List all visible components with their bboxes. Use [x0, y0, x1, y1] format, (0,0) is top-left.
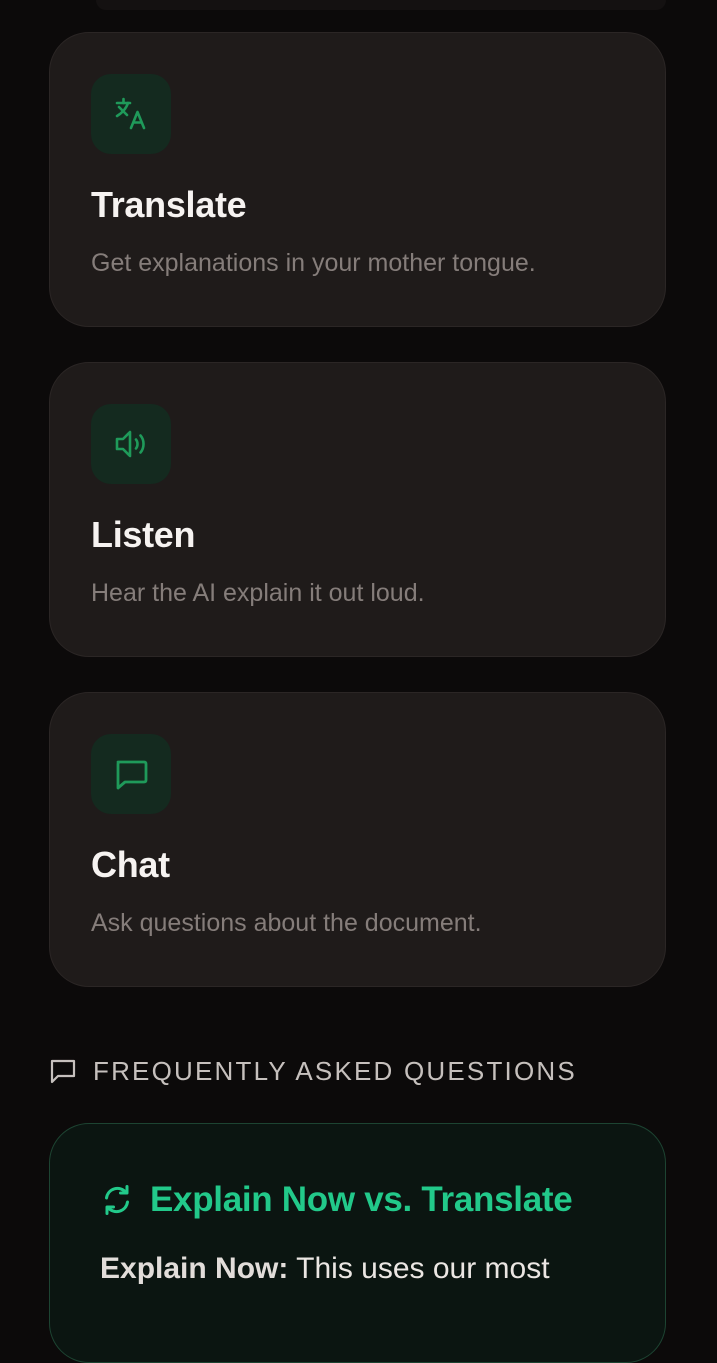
faq-answer-text: This uses our most [288, 1252, 550, 1285]
translate-icon [115, 97, 146, 130]
message-square-icon [50, 1059, 76, 1084]
faq-question[interactable]: Explain Now vs. Translate [100, 1180, 573, 1220]
feature-card-listen[interactable]: Listen Hear the AI explain it out loud. [49, 362, 666, 657]
faq-answer-lead: Explain Now: [100, 1252, 289, 1285]
chat-icon [116, 760, 148, 790]
faq-item[interactable]: Explain Now vs. Translate Explain Now: T… [49, 1123, 666, 1363]
feature-card-translate[interactable]: Translate Get explanations in your mothe… [49, 32, 666, 327]
faq-heading: FREQUENTLY ASKED QUESTIONS [93, 1055, 577, 1086]
faq-answer: Explain Now: This uses our most [100, 1252, 550, 1286]
feature-description: Hear the AI explain it out loud. [91, 579, 425, 607]
faq-section-header: FREQUENTLY ASKED QUESTIONS [49, 1055, 577, 1087]
faq-question-text: Explain Now vs. Translate [150, 1180, 573, 1219]
previous-section-edge [96, 0, 666, 10]
feature-title: Listen [91, 514, 196, 555]
speaker-icon [115, 430, 145, 458]
feature-description: Get explanations in your mother tongue. [91, 249, 536, 277]
feature-title: Translate [91, 184, 247, 225]
speaker-icon-tile [91, 404, 171, 484]
refresh-icon [105, 1185, 129, 1215]
chat-icon-tile [91, 734, 171, 814]
translate-icon-tile [91, 74, 171, 154]
feature-title: Chat [91, 844, 170, 885]
feature-card-chat[interactable]: Chat Ask questions about the document. [49, 692, 666, 987]
feature-description: Ask questions about the document. [91, 909, 482, 937]
